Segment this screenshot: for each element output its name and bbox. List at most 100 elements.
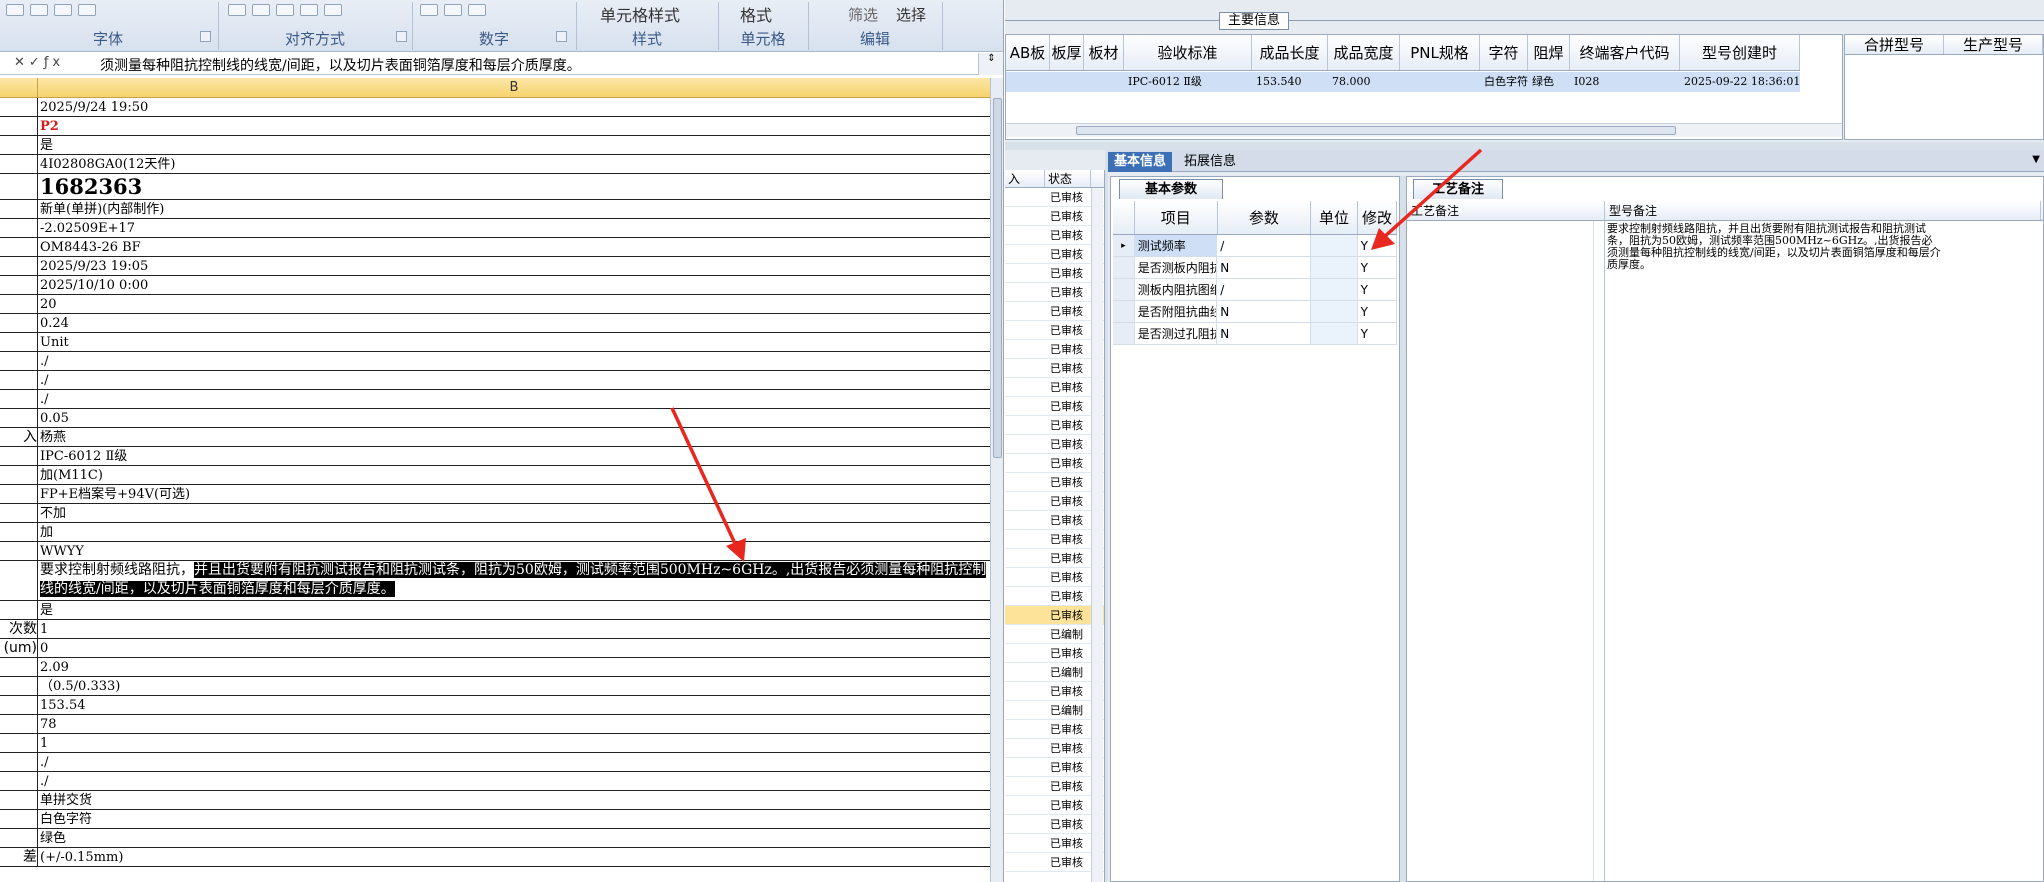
model-remark-text[interactable]: 要求控制射频线路阻抗，并且出货要附有阻抗测试报告和阻抗测试条，阻抗为50欧姆，测… bbox=[1607, 223, 1941, 271]
cell-a[interactable] bbox=[0, 238, 38, 256]
sheet-row[interactable]: 78 bbox=[0, 715, 990, 734]
order-grid-column-header[interactable]: 字符 bbox=[1480, 35, 1528, 70]
status-cell[interactable]: 已审核 bbox=[1005, 188, 1104, 207]
cell-b[interactable]: 4I02808GA0(12天件) bbox=[38, 155, 990, 173]
sheet-row[interactable]: OM8443-26 BF bbox=[0, 238, 990, 257]
cell-a[interactable]: (um) bbox=[0, 639, 38, 657]
tab-basic-info[interactable]: 基本信息 bbox=[1108, 152, 1173, 172]
cell-a[interactable] bbox=[0, 447, 38, 465]
status-cell[interactable]: 已审核 bbox=[1005, 397, 1104, 416]
cell-a[interactable] bbox=[0, 200, 38, 218]
sheet-row[interactable]: 单拼交货 bbox=[0, 791, 990, 810]
cell-b[interactable]: 153.54 bbox=[38, 696, 990, 714]
sheet-row[interactable]: 要求控制射频线路阻抗，并且出货要附有阻抗测试报告和阻抗测试条，阻抗为50欧姆，测… bbox=[0, 561, 990, 601]
order-grid-horizontal-scrollbar[interactable] bbox=[1006, 123, 1842, 137]
status-cell[interactable]: 已审核 bbox=[1005, 359, 1104, 378]
sheet-row[interactable]: ./ bbox=[0, 371, 990, 390]
cell-a[interactable] bbox=[0, 257, 38, 275]
cell-a[interactable] bbox=[0, 772, 38, 790]
cell-a[interactable] bbox=[0, 734, 38, 752]
column-param[interactable]: 参数 bbox=[1218, 201, 1312, 234]
sheet-row[interactable]: （0.5/0.333) bbox=[0, 677, 990, 696]
format-button[interactable]: 格式 bbox=[740, 2, 772, 26]
alignment-launcher-icon[interactable] bbox=[396, 31, 407, 42]
status-cell[interactable]: 已审核 bbox=[1005, 492, 1104, 511]
order-grid-column-header[interactable]: 成品宽度 bbox=[1328, 35, 1400, 70]
cell-a[interactable] bbox=[0, 314, 38, 332]
status-cell[interactable]: 已审核 bbox=[1005, 283, 1104, 302]
sheet-row[interactable]: 是 bbox=[0, 136, 990, 155]
column-merge-model[interactable]: 合拼型号 bbox=[1845, 35, 1944, 54]
cell-b[interactable]: 加 bbox=[38, 523, 990, 541]
params-row[interactable]: 是否测板内阻抗 N Y bbox=[1113, 257, 1397, 279]
cell-a[interactable] bbox=[0, 696, 38, 714]
worksheet-grid[interactable]: 2025/9/24 19:50 P2 是 4I02808GA0(12天件) 168236… bbox=[0, 98, 990, 882]
order-grid-column-header[interactable]: 板材 bbox=[1084, 35, 1124, 70]
sheet-row[interactable]: Unit bbox=[0, 333, 990, 352]
order-grid-cell[interactable] bbox=[1050, 72, 1084, 92]
sheet-row[interactable]: 2025/9/23 19:05 bbox=[0, 257, 990, 276]
order-grid-scroll-thumb[interactable] bbox=[1076, 126, 1676, 135]
order-grid-cell[interactable] bbox=[1006, 72, 1050, 92]
status-cell[interactable]: 已审核 bbox=[1005, 644, 1104, 663]
cell-a[interactable] bbox=[0, 715, 38, 733]
cell-b[interactable]: （0.5/0.333) bbox=[38, 677, 990, 695]
excel-vertical-scrollbar[interactable] bbox=[990, 78, 1003, 882]
collapse-icon[interactable]: ▼ bbox=[2032, 154, 2040, 165]
status-cell[interactable]: 已审核 bbox=[1005, 302, 1104, 321]
cell-a[interactable] bbox=[0, 561, 38, 600]
alignment-tools[interactable] bbox=[228, 0, 342, 20]
sheet-row[interactable]: 0.24 bbox=[0, 314, 990, 333]
status-cell[interactable]: 已编制 bbox=[1005, 625, 1104, 644]
function-icon[interactable]: ƒx bbox=[44, 55, 64, 70]
status-cell[interactable]: 已审核 bbox=[1005, 796, 1104, 815]
cell-b[interactable]: FP+E档案号+94V(可选) bbox=[38, 485, 990, 503]
param-value[interactable]: N bbox=[1217, 323, 1311, 344]
sheet-row[interactable]: -2.02509E+17 bbox=[0, 219, 990, 238]
param-modify[interactable]: Y bbox=[1358, 257, 1397, 278]
cell-b[interactable]: 单拼交货 bbox=[38, 791, 990, 809]
cell-b[interactable]: OM8443-26 BF bbox=[38, 238, 990, 256]
status-list[interactable]: 入 状态 已审核 已审核 已审核 已审核 已审核 已审核 已审核 已审核 已审核 已审核 已审核 已审… bbox=[1005, 170, 1105, 882]
formula-bar-expand-icon[interactable]: ⇕ bbox=[978, 53, 1003, 75]
cell-b[interactable]: 20 bbox=[38, 295, 990, 313]
cell-a[interactable] bbox=[0, 677, 38, 695]
status-cell[interactable]: 已审核 bbox=[1005, 758, 1104, 777]
order-grid-cell[interactable] bbox=[1400, 72, 1480, 92]
cell-b[interactable]: 1 bbox=[38, 620, 990, 638]
status-list-col-status[interactable]: 状态 bbox=[1045, 170, 1091, 187]
param-value[interactable]: / bbox=[1217, 235, 1311, 256]
order-grid-column-header[interactable]: AB板 bbox=[1006, 35, 1050, 70]
sheet-row[interactable]: 是 bbox=[0, 601, 990, 620]
status-cell[interactable]: 已审核 bbox=[1005, 720, 1104, 739]
formula-bar[interactable]: ✕✓ƒx 须测量每种阻抗控制线的线宽/间距，以及切片表面铜箔厚度和每层介质厚度。… bbox=[0, 53, 1003, 75]
status-cell[interactable]: 已审核 bbox=[1005, 853, 1104, 872]
order-info-grid-row[interactable]: IPC-6012 Ⅱ级 153.540 78.000 白色字符 绿色 I028 2025-0… bbox=[1006, 72, 1800, 92]
order-grid-cell[interactable]: 153.540 bbox=[1252, 72, 1328, 92]
sheet-row[interactable]: 0.05 bbox=[0, 409, 990, 428]
status-cell[interactable]: 已审核 bbox=[1005, 340, 1104, 359]
cell-b[interactable]: P2 bbox=[38, 117, 990, 135]
sheet-row[interactable]: ./ bbox=[0, 352, 990, 371]
merge-model-grid[interactable]: 合拼型号 生产型号 bbox=[1844, 34, 2044, 140]
sheet-row[interactable]: 绿色 bbox=[0, 829, 990, 848]
process-remark-cell[interactable] bbox=[1407, 221, 1605, 881]
cell-b[interactable]: 是 bbox=[38, 601, 990, 619]
font-tools[interactable] bbox=[6, 0, 96, 20]
cell-b[interactable]: ./ bbox=[38, 352, 990, 370]
sheet-row[interactable]: IPC-6012 Ⅱ级 bbox=[0, 447, 990, 466]
param-item[interactable]: 是否附阻抗曲线图 bbox=[1135, 301, 1218, 322]
column-modify[interactable]: 修改 bbox=[1358, 201, 1398, 234]
column-process-remark[interactable]: 工艺备注 bbox=[1407, 201, 1605, 220]
status-cell[interactable]: 已审核 bbox=[1005, 321, 1104, 340]
sheet-row[interactable]: 加(M11C) bbox=[0, 466, 990, 485]
status-cell[interactable]: 已审核 bbox=[1005, 568, 1104, 587]
sheet-row[interactable]: ./ bbox=[0, 390, 990, 409]
status-cell[interactable]: 已审核 bbox=[1005, 245, 1104, 264]
order-grid-cell[interactable]: IPC-6012 Ⅱ级 bbox=[1124, 72, 1252, 92]
cell-b[interactable]: 2025/9/24 19:50 bbox=[38, 98, 990, 116]
status-cell[interactable]: 已审核 bbox=[1005, 511, 1104, 530]
cell-b[interactable]: 1 bbox=[38, 734, 990, 752]
sheet-row[interactable]: 差 (+/-0.15mm) bbox=[0, 848, 990, 867]
status-cell[interactable]: 已审核 bbox=[1005, 682, 1104, 701]
